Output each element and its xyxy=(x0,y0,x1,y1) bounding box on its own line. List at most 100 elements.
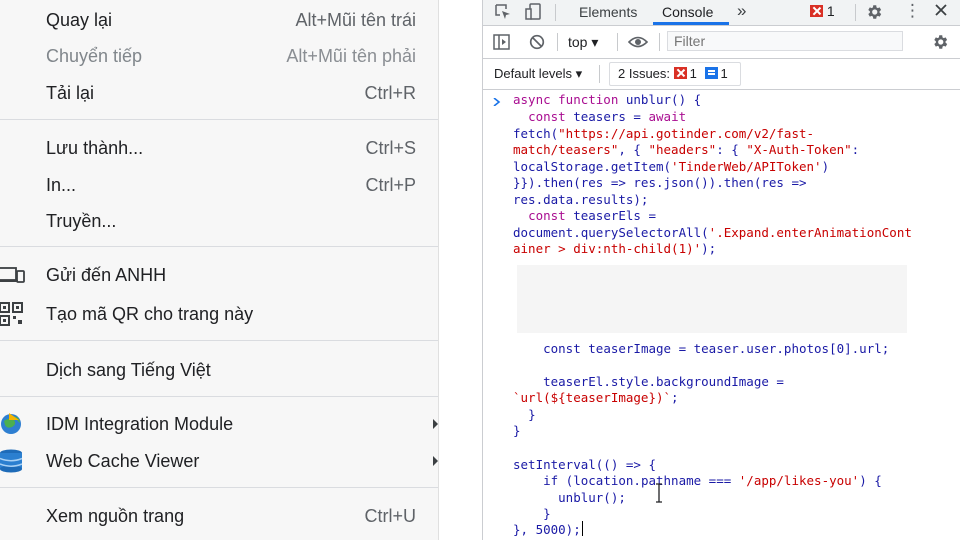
log-levels-dropdown[interactable]: Default levels ▾ xyxy=(494,66,582,82)
issue-info-icon xyxy=(704,67,718,79)
live-expression-eye-icon[interactable] xyxy=(627,34,649,53)
toolbar-divider xyxy=(659,33,660,51)
menu-item-label: Lưu thành... xyxy=(46,137,144,158)
issues-label: 2 Issues: xyxy=(618,66,671,81)
error-icon xyxy=(810,5,823,17)
console-settings-gear-icon[interactable] xyxy=(931,33,949,54)
menu-item-idm[interactable]: IDM Integration Module xyxy=(0,406,438,442)
console-filter-bar: top ▾ xyxy=(483,26,960,59)
settings-gear-icon[interactable] xyxy=(865,3,883,24)
menu-item-back[interactable]: Quay lại Alt+Mũi tên trái xyxy=(0,2,438,38)
error-counter[interactable]: 1 xyxy=(810,3,835,19)
menu-item-shortcut: Alt+Mũi tên trái xyxy=(295,9,416,30)
menu-item-label: Xem nguồn trang xyxy=(46,505,185,526)
code-line: } xyxy=(528,407,536,422)
menu-item-label: Dịch sang Tiếng Việt xyxy=(46,359,211,380)
toolbar-divider xyxy=(557,33,558,51)
menu-item-shortcut: Ctrl+U xyxy=(364,505,416,526)
database-icon xyxy=(0,449,26,473)
menu-separator xyxy=(0,119,438,120)
code-line: `url(${teaserImage})`; xyxy=(513,390,679,405)
issue-info-count: 1 xyxy=(720,66,728,81)
code-line: async function unblur() { xyxy=(513,92,702,107)
code-line: teaserEl.style.backgroundImage = xyxy=(543,374,784,389)
code-line: if (location.pathname === '/app/likes-yo… xyxy=(543,473,882,488)
close-icon[interactable] xyxy=(934,3,948,20)
code-line: document.querySelectorAll('.Expand.enter… xyxy=(513,225,912,240)
issue-error-count: 1 xyxy=(689,66,697,81)
toolbar-divider xyxy=(555,4,556,21)
devtools-panel: Elements Console » 1 ⋮ top ▾ Filter Defa… xyxy=(482,0,960,540)
tab-elements[interactable]: Elements xyxy=(579,4,637,20)
menu-item-shortcut: Ctrl+P xyxy=(365,174,416,195)
menu-item-save-as[interactable]: Lưu thành... Ctrl+S xyxy=(0,130,438,166)
inspect-element-icon[interactable] xyxy=(495,4,511,23)
menu-item-shortcut: Ctrl+S xyxy=(365,137,416,158)
menu-item-label: Tạo mã QR cho trang này xyxy=(46,303,254,324)
device-toolbar-icon[interactable] xyxy=(525,3,543,24)
code-line: fetch("https://api.gotinder.com/v2/fast- xyxy=(513,126,815,141)
code-line: setInterval(() => { xyxy=(513,457,656,472)
blurred-code-region xyxy=(517,265,907,333)
console-prompt-icon xyxy=(493,94,501,107)
kebab-menu-icon[interactable]: ⋮ xyxy=(904,1,921,21)
menu-separator xyxy=(0,340,438,341)
code-line: }}).then(res => res.json()).then(res => xyxy=(513,175,807,190)
menu-item-reload[interactable]: Tải lại Ctrl+R xyxy=(0,75,438,111)
code-line: unblur(); xyxy=(558,490,626,505)
active-tab-indicator xyxy=(653,22,729,25)
menu-item-print[interactable]: In... Ctrl+P xyxy=(0,167,438,203)
menu-item-forward[interactable]: Chuyển tiếp Alt+Mũi tên phải xyxy=(0,38,438,74)
code-line: match/teasers", { "headers": { "X-Auth-T… xyxy=(513,142,860,157)
sidebar-toggle-icon[interactable] xyxy=(493,34,510,53)
context-selector[interactable]: top ▾ xyxy=(568,34,598,51)
console-output[interactable]: async function unblur() { const teasers … xyxy=(483,90,960,540)
error-count: 1 xyxy=(826,3,835,19)
code-line: const teasers = await xyxy=(528,109,687,124)
menu-item-cast[interactable]: Truyền... xyxy=(0,203,438,239)
idm-globe-icon xyxy=(0,412,26,436)
menu-item-label: Truyền... xyxy=(46,210,117,231)
code-line: const teaserEls = xyxy=(528,208,657,223)
code-line: } xyxy=(513,423,521,438)
ibeam-cursor-icon xyxy=(655,483,663,503)
toolbar-divider xyxy=(617,33,618,51)
code-line: const teaserImage = teaser.user.photos[0… xyxy=(543,341,890,356)
tab-console[interactable]: Console xyxy=(662,4,713,20)
filter-input[interactable] xyxy=(667,31,903,51)
submenu-arrow-icon xyxy=(433,419,438,429)
menu-separator xyxy=(0,246,438,247)
menu-item-label: Web Cache Viewer xyxy=(46,450,200,471)
menu-item-label: In... xyxy=(46,174,77,195)
devtools-tab-bar: Elements Console » 1 ⋮ xyxy=(483,0,960,26)
menu-item-send-to-device[interactable]: Gửi đến ANHH xyxy=(0,257,438,293)
devices-icon xyxy=(0,263,26,287)
issue-error-icon xyxy=(673,67,687,79)
more-tabs-icon[interactable]: » xyxy=(737,1,746,21)
menu-item-label: Chuyển tiếp xyxy=(46,45,143,66)
menu-separator xyxy=(0,487,438,488)
menu-item-translate[interactable]: Dịch sang Tiếng Việt xyxy=(0,352,438,388)
qr-code-icon xyxy=(0,302,26,326)
console-levels-bar: Default levels ▾ 2 Issues: 1 1 xyxy=(483,59,960,90)
menu-item-web-cache-viewer[interactable]: Web Cache Viewer xyxy=(0,443,438,479)
menu-item-label: Tải lại xyxy=(46,82,95,103)
toolbar-divider xyxy=(855,4,856,21)
code-line: localStorage.getItem('TinderWeb/APIToken… xyxy=(513,159,830,174)
menu-item-create-qr[interactable]: Tạo mã QR cho trang này xyxy=(0,296,438,332)
code-line: ainer > div:nth-child(1)'); xyxy=(513,241,717,256)
code-line: } xyxy=(543,506,551,521)
issues-button[interactable]: 2 Issues: 1 1 xyxy=(609,62,741,86)
menu-item-label: IDM Integration Module xyxy=(46,413,234,434)
menu-item-shortcut: Alt+Mũi tên phải xyxy=(286,45,416,66)
menu-separator xyxy=(0,396,438,397)
toolbar-divider xyxy=(599,65,600,83)
text-caret xyxy=(582,521,583,536)
clear-console-icon[interactable] xyxy=(529,34,545,53)
menu-item-label: Quay lại xyxy=(46,9,113,30)
menu-item-label: Gửi đến ANHH xyxy=(46,264,167,285)
code-line: res.data.results); xyxy=(513,192,649,207)
context-menu: Quay lại Alt+Mũi tên trái Chuyển tiếp Al… xyxy=(0,0,439,540)
code-line: }, 5000); xyxy=(513,522,581,537)
menu-item-view-source[interactable]: Xem nguồn trang Ctrl+U xyxy=(0,498,438,534)
